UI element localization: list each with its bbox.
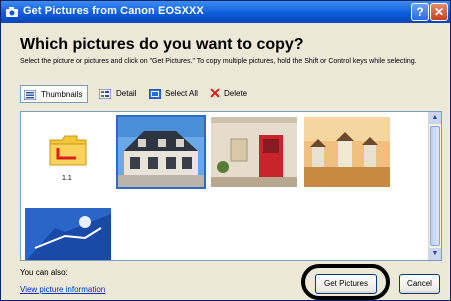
folder-caption: 1.1 <box>62 175 72 182</box>
blue-sky-photo <box>25 208 111 260</box>
dialog-window: Get Pictures from Canon EOSXXX ? ✕ Which… <box>0 0 451 301</box>
photo-thumbnail-red-door[interactable] <box>211 117 297 187</box>
select-all-icon <box>149 89 161 99</box>
select-all-button[interactable]: Select All <box>148 85 198 103</box>
house-photo <box>118 117 204 187</box>
scrollbar-thumb[interactable] <box>430 126 440 246</box>
highlight-ring <box>301 264 390 300</box>
red-door-photo <box>211 117 297 187</box>
thumbnails-icon <box>24 90 36 100</box>
thumbnail-list: 1.1 ▲ ▼ <box>20 111 442 261</box>
photo-thumbnail-house[interactable] <box>116 115 206 189</box>
delete-icon <box>210 88 220 98</box>
select-all-label: Select All <box>165 89 198 98</box>
camera-icon <box>6 7 18 17</box>
scroll-down-arrow-icon[interactable]: ▼ <box>429 248 441 260</box>
scroll-up-arrow-icon[interactable]: ▲ <box>429 112 441 124</box>
delete-button[interactable]: Delete <box>208 85 247 103</box>
view-toolbar: Thumbnails Detail Select All Delete <box>20 85 320 105</box>
page-title: Which pictures do you want to copy? <box>20 36 304 53</box>
thumbnails-view-button[interactable]: Thumbnails <box>20 85 88 103</box>
vertical-scrollbar[interactable]: ▲ ▼ <box>428 112 441 260</box>
title-bar[interactable]: Get Pictures from Canon EOSXXX ? ✕ <box>1 1 450 23</box>
windmills-photo <box>304 117 390 187</box>
window-title: Get Pictures from Canon EOSXXX <box>23 5 204 17</box>
detail-view-button[interactable]: Detail <box>97 85 136 103</box>
you-can-also-label: You can also: <box>20 268 68 277</box>
detail-icon <box>99 89 111 99</box>
folder-icon <box>49 135 87 166</box>
help-button[interactable]: ? <box>411 3 429 21</box>
cancel-button[interactable]: Cancel <box>399 274 440 294</box>
detail-label: Detail <box>116 89 137 98</box>
photo-thumbnail-blue-sky[interactable] <box>25 208 111 260</box>
delete-label: Delete <box>224 89 248 98</box>
photo-thumbnail-windmills[interactable] <box>304 117 390 187</box>
thumbnails-label: Thumbnails <box>41 90 83 99</box>
instructions-text: Select the picture or pictures and click… <box>20 58 417 65</box>
close-button[interactable]: ✕ <box>430 3 448 21</box>
view-picture-information-link[interactable]: View picture information <box>20 285 105 294</box>
